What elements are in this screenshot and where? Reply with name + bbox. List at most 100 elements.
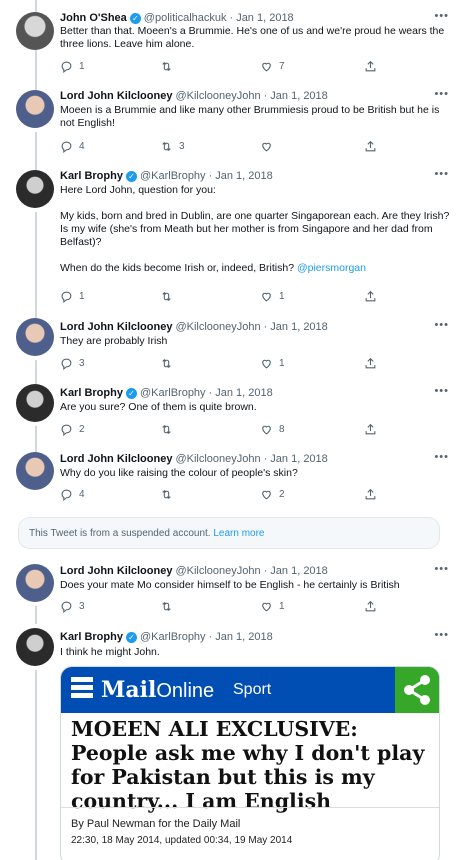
avatar[interactable] — [16, 170, 54, 208]
avatar[interactable] — [16, 12, 54, 50]
reply-count: 1 — [79, 291, 85, 302]
handle[interactable]: @KarlBrophy — [140, 170, 206, 182]
brand-online: Online — [156, 680, 215, 702]
avatar[interactable] — [16, 90, 54, 128]
tweet[interactable]: Lord John Kilclooney @KilclooneyJohn · J… — [0, 448, 465, 510]
tweet-actions: 1 1 — [60, 290, 390, 306]
share-button[interactable] — [364, 423, 377, 436]
avatar[interactable] — [16, 564, 54, 602]
more-icon[interactable]: ••• — [434, 319, 449, 331]
tweet[interactable]: John O'Shea ✓ @politicalhackuk · Jan 1, … — [0, 0, 465, 86]
reply-count: 4 — [79, 489, 85, 500]
handle[interactable]: @KilclooneyJohn — [175, 321, 260, 333]
reply-button[interactable]: 3 — [60, 357, 85, 370]
like-button[interactable]: 1 — [260, 357, 285, 370]
handle[interactable]: @KilclooneyJohn — [175, 453, 260, 465]
handle[interactable]: @KarlBrophy — [140, 631, 206, 643]
tweet-text: Moeen is a Brummie and like many other B… — [60, 104, 440, 129]
share-button[interactable] — [364, 357, 377, 370]
avatar[interactable] — [16, 452, 54, 490]
learn-more-link[interactable]: Learn more — [213, 528, 264, 539]
tweet[interactable]: Lord John Kilclooney @KilclooneyJohn · J… — [0, 86, 465, 166]
handle[interactable]: @KilclooneyJohn — [175, 565, 260, 577]
tweet[interactable]: Lord John Kilclooney @KilclooneyJohn · J… — [0, 560, 465, 624]
like-button[interactable]: 1 — [260, 600, 285, 613]
avatar[interactable] — [16, 318, 54, 356]
thread-line — [35, 426, 37, 448]
handle[interactable]: @KilclooneyJohn — [175, 90, 260, 102]
tweet-date[interactable]: Jan 1, 2018 — [215, 631, 273, 643]
tweet-date[interactable]: Jan 1, 2018 — [270, 90, 328, 102]
more-icon[interactable]: ••• — [434, 629, 449, 641]
share-button[interactable] — [364, 60, 377, 73]
tweet-text: Better than that. Moeen's a Brummie. He'… — [60, 25, 445, 50]
more-icon[interactable]: ••• — [434, 451, 449, 463]
reply-icon — [61, 424, 72, 436]
thread-line — [35, 0, 37, 12]
thread-line — [35, 132, 37, 166]
share-icon — [365, 488, 376, 500]
like-button[interactable]: 1 — [260, 290, 285, 303]
like-button[interactable]: 8 — [260, 423, 285, 436]
retweet-button[interactable] — [160, 357, 179, 370]
retweet-icon — [162, 291, 171, 302]
like-icon — [262, 142, 271, 152]
tweet-date[interactable]: Jan 1, 2018 — [270, 321, 328, 333]
display-name[interactable]: Lord John Kilclooney — [60, 453, 172, 465]
reply-button[interactable]: 4 — [60, 140, 85, 153]
more-icon[interactable]: ••• — [434, 168, 449, 180]
tweet[interactable]: Karl Brophy ✓ @KarlBrophy · Jan 1, 2018 … — [0, 166, 465, 314]
retweet-button[interactable]: 3 — [160, 140, 185, 153]
reply-button[interactable]: 2 — [60, 423, 85, 436]
tweet-date[interactable]: Jan 1, 2018 — [215, 387, 273, 399]
more-icon[interactable]: ••• — [434, 563, 449, 575]
separator-dot: · — [263, 453, 268, 465]
more-icon[interactable]: ••• — [434, 385, 449, 397]
display-name[interactable]: Lord John Kilclooney — [60, 321, 172, 333]
tweet-actions: 3 1 — [60, 357, 390, 373]
like-count: 1 — [279, 358, 285, 369]
reply-button[interactable]: 1 — [60, 290, 85, 303]
share-button[interactable] — [364, 140, 377, 153]
display-name[interactable]: Karl Brophy — [60, 387, 123, 399]
tweet[interactable]: Karl Brophy ✓ @KarlBrophy · Jan 1, 2018 … — [0, 380, 465, 448]
mention-link[interactable]: @piersmorgan — [297, 262, 366, 274]
display-name[interactable]: Karl Brophy — [60, 631, 123, 643]
share-button[interactable] — [364, 488, 377, 501]
tweet-date[interactable]: Jan 1, 2018 — [236, 12, 294, 24]
more-icon[interactable]: ••• — [434, 88, 449, 100]
tweet-date[interactable]: Jan 1, 2018 — [215, 170, 273, 182]
share-button[interactable] — [364, 600, 377, 613]
retweet-button[interactable] — [160, 600, 179, 613]
share-button[interactable] — [364, 290, 377, 303]
avatar[interactable] — [16, 628, 54, 666]
tweet-date[interactable]: Jan 1, 2018 — [270, 565, 328, 577]
like-count: 8 — [279, 424, 285, 435]
like-button[interactable]: 7 — [260, 60, 285, 73]
retweet-button[interactable] — [160, 60, 179, 73]
reply-button[interactable]: 1 — [60, 60, 85, 73]
tweet-actions: 3 1 — [60, 600, 390, 616]
display-name[interactable]: Karl Brophy — [60, 170, 123, 182]
display-name[interactable]: Lord John Kilclooney — [60, 90, 172, 102]
avatar[interactable] — [16, 384, 54, 422]
reply-icon — [61, 601, 72, 613]
tweet[interactable]: Lord John Kilclooney @KilclooneyJohn · J… — [0, 314, 465, 380]
retweet-button[interactable] — [160, 423, 179, 436]
display-name[interactable]: John O'Shea — [60, 12, 127, 24]
reply-button[interactable]: 4 — [60, 488, 85, 501]
more-icon[interactable]: ••• — [434, 10, 449, 22]
tweet-header: Lord John Kilclooney @KilclooneyJohn · J… — [60, 87, 453, 105]
display-name[interactable]: Lord John Kilclooney — [60, 565, 172, 577]
like-button[interactable]: 2 — [260, 488, 285, 501]
retweet-button[interactable] — [160, 290, 179, 303]
reply-button[interactable]: 3 — [60, 600, 85, 613]
tweet-date[interactable]: Jan 1, 2018 — [270, 453, 328, 465]
handle[interactable]: @KarlBrophy — [140, 387, 206, 399]
retweet-button[interactable] — [160, 488, 179, 501]
link-card[interactable]: MailOnline Sport MOEEN ALI EXCLUSIVE: Pe… — [60, 666, 440, 860]
section-label: Sport — [233, 681, 272, 698]
like-button[interactable] — [260, 140, 279, 153]
share-icon — [395, 667, 439, 713]
handle[interactable]: @politicalhackuk — [144, 12, 227, 24]
